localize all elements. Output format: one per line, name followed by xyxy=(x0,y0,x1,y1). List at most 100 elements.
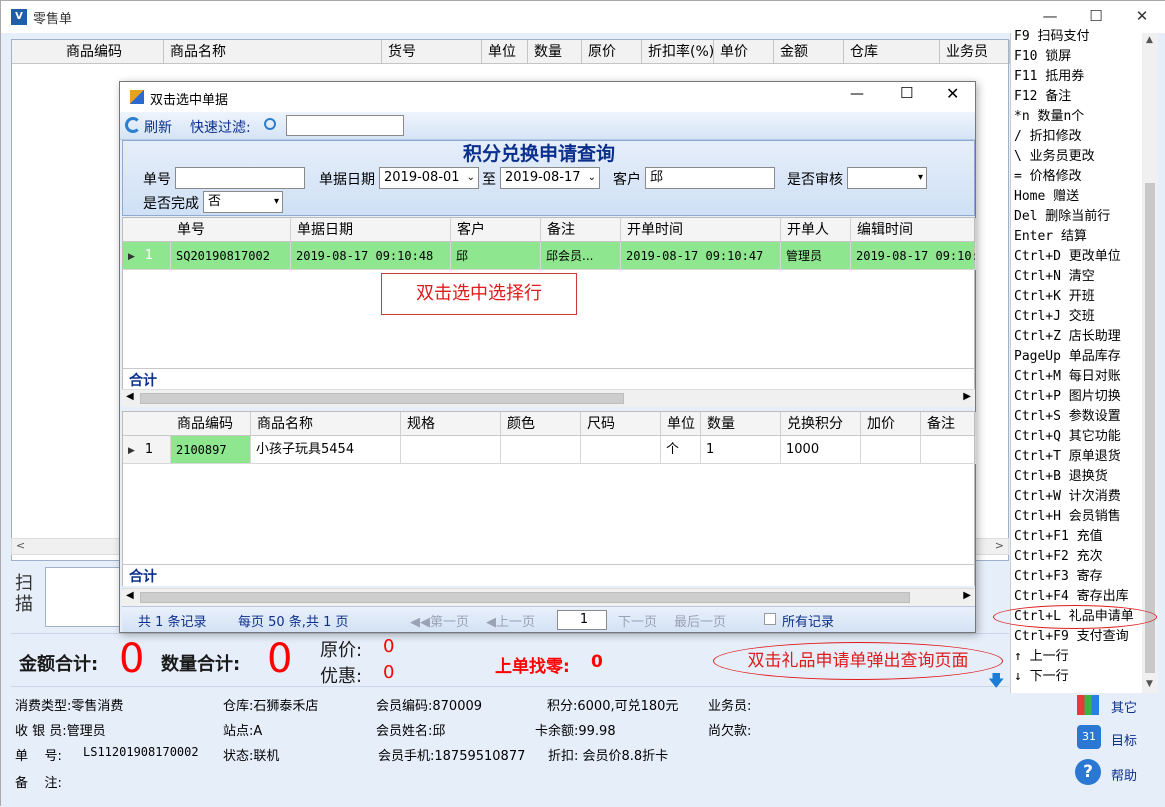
scroll-up-icon[interactable]: ▲ xyxy=(1146,35,1153,45)
shortcut-item[interactable]: Ctrl+F1 充值 xyxy=(1014,527,1103,547)
shortcut-item[interactable]: Ctrl+M 每日对账 xyxy=(1014,367,1121,387)
next-page-button[interactable]: 下一页 xyxy=(618,611,657,630)
scroll-left-icon[interactable]: ◀ xyxy=(126,590,134,601)
shortcut-item[interactable]: Ctrl+F4 寄存出库 xyxy=(1014,587,1129,607)
all-records-checkbox[interactable] xyxy=(764,613,776,625)
date-from-select[interactable]: 2019-08-01 ⌄ xyxy=(379,167,479,189)
scan-input[interactable] xyxy=(45,567,125,627)
shortcut-vertical-scrollbar[interactable]: ▲ ▼ xyxy=(1142,33,1158,693)
shortcut-item[interactable]: Ctrl+N 清空 xyxy=(1014,267,1095,287)
shortcut-item[interactable]: Ctrl+K 开班 xyxy=(1014,287,1095,307)
quick-filter-input[interactable] xyxy=(286,115,404,136)
completed-select[interactable]: 否 ▾ xyxy=(203,191,283,213)
customer-input[interactable]: 邱 xyxy=(645,167,775,189)
main-column-header[interactable]: 货号 xyxy=(382,40,482,64)
shortcut-item[interactable]: Ctrl+W 计次消费 xyxy=(1014,487,1121,507)
dialog-maximize-button[interactable]: ☐ xyxy=(900,84,913,102)
page-input[interactable]: 1 xyxy=(557,610,607,630)
table-row[interactable]: ▶ 1 SQ20190817002 2019-08-17 09:10:48 邱邱会员..… xyxy=(123,242,976,270)
dialog-close-button[interactable]: ✕ xyxy=(946,84,959,103)
scroll-thumb[interactable] xyxy=(140,592,910,603)
shortcut-item[interactable]: Ctrl+D 更改单位 xyxy=(1014,247,1121,267)
order-column-header[interactable]: 单据日期 xyxy=(291,218,451,242)
order-column-header[interactable]: 开单时间 xyxy=(621,218,781,242)
main-column-header[interactable]: 金额 xyxy=(774,40,844,64)
shortcut-item[interactable]: F11 抵用券 xyxy=(1014,67,1084,87)
shortcut-item[interactable]: F10 锁屏 xyxy=(1014,47,1071,67)
order-no-filter-input[interactable] xyxy=(175,167,305,189)
order-column-header[interactable]: 客户 xyxy=(451,218,541,242)
main-column-header[interactable]: 数量 xyxy=(528,40,582,64)
order-column-header[interactable]: 单号 xyxy=(171,218,291,242)
prev-page-button[interactable]: ◀上一页 xyxy=(486,611,535,630)
shortcut-item[interactable]: / 折扣修改 xyxy=(1014,127,1082,147)
item-column-header[interactable]: 规格 xyxy=(401,412,501,436)
shortcut-item[interactable]: Del 删除当前行 xyxy=(1014,207,1110,227)
order-column-header[interactable]: 开单人 xyxy=(781,218,851,242)
shortcut-item[interactable]: F9 扫码支付 xyxy=(1014,27,1089,47)
scroll-right-icon[interactable]: ▶ xyxy=(963,590,971,601)
shortcut-item[interactable]: ↓ 下一行 xyxy=(1014,667,1069,687)
item-grid-hscroll[interactable]: ◀ ▶ xyxy=(122,588,975,606)
shortcut-item[interactable]: Ctrl+F9 支付查询 xyxy=(1014,627,1129,647)
shortcut-item[interactable]: Ctrl+F3 寄存 xyxy=(1014,567,1103,587)
shortcut-item[interactable]: Ctrl+H 会员销售 xyxy=(1014,507,1121,527)
main-column-header[interactable]: 业务员 xyxy=(940,40,1010,64)
shortcut-item[interactable]: Ctrl+Z 店长助理 xyxy=(1014,327,1121,347)
scroll-right-icon[interactable]: ▶ xyxy=(963,391,971,402)
main-column-header[interactable]: 仓库 xyxy=(844,40,940,64)
order-column-header[interactable]: 备注 xyxy=(541,218,621,242)
main-column-header[interactable]: 单位 xyxy=(482,40,528,64)
scroll-right-icon[interactable]: > xyxy=(995,539,1004,552)
target-button[interactable]: 31 目标 xyxy=(1077,725,1147,753)
shortcut-item[interactable]: Ctrl+S 参数设置 xyxy=(1014,407,1121,427)
shortcut-item[interactable]: Home 赠送 xyxy=(1014,187,1079,207)
item-column-header[interactable]: 数量 xyxy=(701,412,781,436)
item-column-header[interactable]: 备注 xyxy=(921,412,976,436)
shortcut-item[interactable]: = 价格修改 xyxy=(1014,167,1082,187)
item-column-header[interactable]: 加价 xyxy=(861,412,921,436)
shortcut-item[interactable]: Ctrl+Q 其它功能 xyxy=(1014,427,1121,447)
shortcut-item[interactable]: Ctrl+J 交班 xyxy=(1014,307,1095,327)
item-column-header[interactable]: 兑换积分 xyxy=(781,412,861,436)
scroll-left-icon[interactable]: ◀ xyxy=(126,391,134,402)
item-column-header[interactable]: 商品编码 xyxy=(171,412,251,436)
shortcut-item[interactable]: *n 数量n个 xyxy=(1014,107,1084,127)
last-page-button[interactable]: 最后一页 xyxy=(674,611,726,630)
item-column-header[interactable]: 单位 xyxy=(661,412,701,436)
shortcut-item[interactable]: Ctrl+F2 充次 xyxy=(1014,547,1103,567)
refresh-button[interactable]: 刷新 xyxy=(144,117,172,137)
shortcut-item[interactable]: Enter 结算 xyxy=(1014,227,1087,247)
shortcut-item[interactable]: F12 备注 xyxy=(1014,87,1071,107)
scroll-left-icon[interactable]: < xyxy=(16,539,25,552)
scroll-thumb[interactable] xyxy=(140,393,624,404)
help-button[interactable]: ? 帮助 xyxy=(1075,759,1147,789)
main-column-header[interactable]: 单价 xyxy=(714,40,774,64)
close-button[interactable]: ✕ xyxy=(1119,1,1165,31)
shortcut-item[interactable]: \ 业务员更改 xyxy=(1014,147,1095,167)
shortcut-item[interactable]: ↑ 上一行 xyxy=(1014,647,1069,667)
dialog-minimize-button[interactable]: — xyxy=(850,86,864,102)
main-column-header[interactable]: 商品名称 xyxy=(164,40,382,64)
search-icon[interactable] xyxy=(264,118,276,130)
main-column-header[interactable]: 折扣率(%) xyxy=(642,40,714,64)
other-button[interactable]: 其它 xyxy=(1077,693,1147,719)
main-column-header[interactable]: 商品编码 xyxy=(60,40,164,64)
shortcut-item[interactable]: Ctrl+P 图片切换 xyxy=(1014,387,1121,407)
shortcut-item[interactable]: Ctrl+B 退换货 xyxy=(1014,467,1108,487)
order-column-header[interactable]: 编辑时间 xyxy=(851,218,976,242)
shortcut-item[interactable]: PageUp 单品库存 xyxy=(1014,347,1121,367)
order-grid[interactable]: 单号 单据日期 客户 备注 开单时间 开单人 编辑时间 ▶ 1 SQ20190817002 201… xyxy=(122,217,976,392)
audited-select[interactable]: ▾ xyxy=(847,167,927,189)
item-column-header[interactable]: 商品名称 xyxy=(251,412,401,436)
table-row[interactable]: ▶ 1 2100897 小孩子玩具5454 个 1 1000 xyxy=(123,436,976,464)
scroll-down-icon[interactable]: ▼ xyxy=(1146,679,1153,689)
item-grid[interactable]: 商品编码 商品名称 规格 颜色 尺码 单位 数量 兑换积分 加价 备注 ▶ 1 2100897 小孩子玩… xyxy=(122,411,976,586)
date-to-select[interactable]: 2019-08-17 ⌄ xyxy=(500,167,600,189)
order-grid-hscroll[interactable]: ◀ ▶ xyxy=(122,389,975,407)
shortcut-item[interactable]: Ctrl+T 原单退货 xyxy=(1014,447,1121,467)
item-column-header[interactable]: 颜色 xyxy=(501,412,581,436)
first-page-button[interactable]: ◀◀第一页 xyxy=(410,611,469,630)
main-column-header[interactable]: 原价 xyxy=(582,40,642,64)
item-column-header[interactable]: 尺码 xyxy=(581,412,661,436)
